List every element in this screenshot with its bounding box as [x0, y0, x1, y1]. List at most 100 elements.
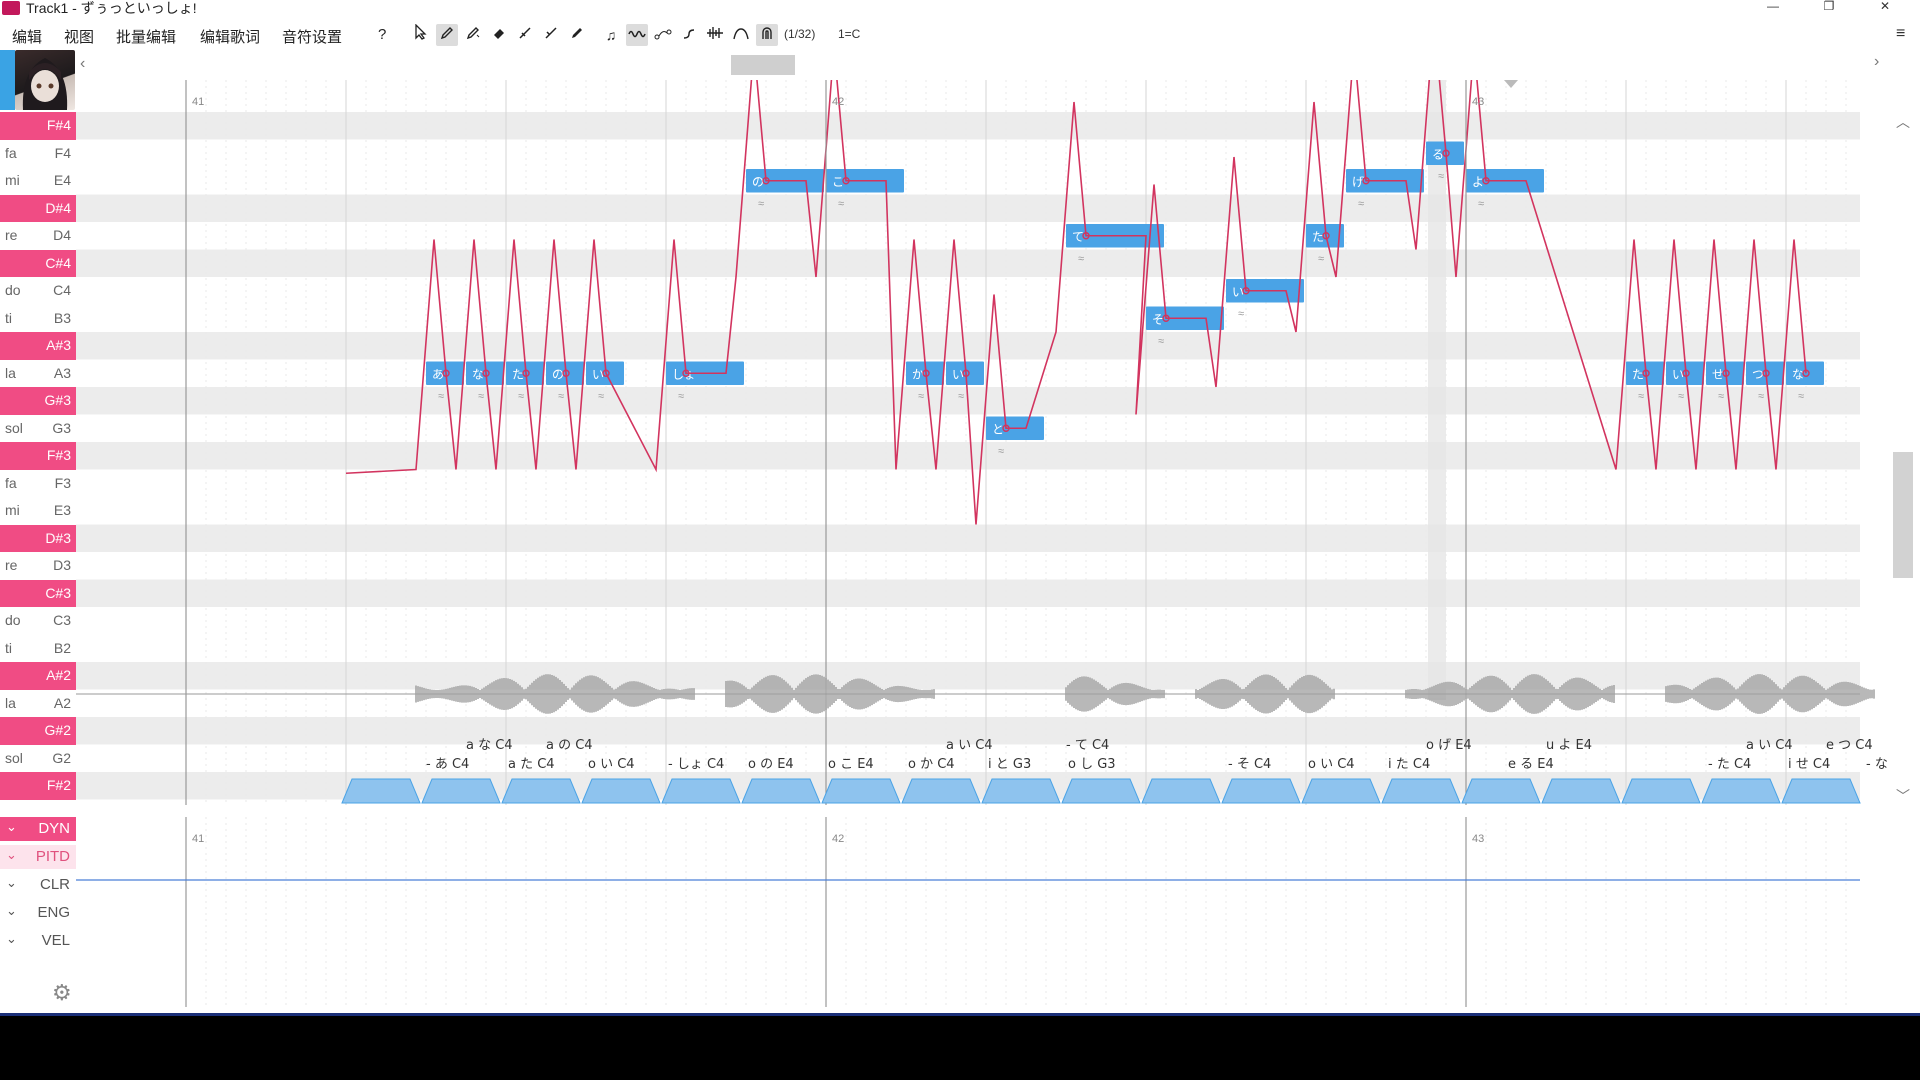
vibrato-handle-icon[interactable]: ≈	[958, 391, 964, 403]
piano-key[interactable]: fa F3	[0, 469, 76, 497]
phoneme-label[interactable]: - た C4	[1708, 757, 1751, 772]
piano-roll[interactable]: あ≈な≈た≈の≈い≈しょ≈の≈こ≈か≈い≈と≈て≈そ≈い≈た≈げ≈る≈ よ≈た≈い…	[76, 80, 1890, 805]
phoneme-label[interactable]: a い C4	[946, 738, 993, 753]
scroll-right-chevron-icon[interactable]: ›	[1874, 53, 1879, 71]
piano-key[interactable]: C#4	[0, 249, 76, 277]
vibrato-handle-icon[interactable]: ≈	[438, 391, 444, 403]
key-selector[interactable]: 1=C	[838, 27, 860, 41]
chevron-down-icon[interactable]: ⌄	[6, 847, 17, 863]
piano-key[interactable]: F#2	[0, 772, 76, 800]
phoneme-label[interactable]: o い C4	[1308, 757, 1355, 772]
phoneme-label[interactable]: - な	[1866, 757, 1888, 772]
phoneme-label[interactable]: o い C4	[588, 757, 635, 772]
vibrato-handle-icon[interactable]: ≈	[1078, 253, 1084, 265]
param-tab[interactable]: ⌄ CLR	[0, 873, 76, 897]
avatar[interactable]	[15, 50, 75, 110]
menu-view[interactable]: 视图	[64, 26, 94, 47]
vibrato-handle-icon[interactable]: ≈	[1438, 171, 1444, 183]
phoneme-label[interactable]: i と G3	[988, 757, 1031, 772]
piano-key[interactable]: G#3	[0, 387, 76, 415]
vibrato-handle-icon[interactable]: ≈	[1478, 198, 1484, 210]
piano-key[interactable]: C#3	[0, 579, 76, 607]
vibrato-handle-icon[interactable]: ≈	[1358, 198, 1364, 210]
menu-note-settings[interactable]: 音符设置	[282, 26, 342, 47]
brush-tool-icon[interactable]	[540, 24, 562, 46]
phoneme-label[interactable]: o の E4	[748, 757, 794, 772]
piano-key[interactable]: la A3	[0, 359, 76, 387]
vibrato-handle-icon[interactable]: ≈	[1718, 391, 1724, 403]
piano-key[interactable]: G#2	[0, 717, 76, 745]
scroll-up-chevron-icon[interactable]: ︿	[1896, 112, 1910, 132]
param-tab[interactable]: ⌄ VEL	[0, 929, 76, 953]
phoneme-label[interactable]: i せ C4	[1788, 757, 1830, 772]
menu-edit[interactable]: 编辑	[12, 26, 42, 47]
phoneme-label[interactable]: - しょ C4	[668, 757, 724, 772]
piano-key[interactable]: D#3	[0, 524, 76, 552]
gear-icon[interactable]: ⚙	[52, 980, 72, 1006]
note-mode-icon[interactable]: ♫	[600, 24, 622, 46]
phoneme-label[interactable]: e つ C4	[1826, 738, 1873, 753]
phoneme-label[interactable]: - あ C4	[426, 757, 469, 772]
piano-key[interactable]: mi E4	[0, 167, 76, 195]
vibrato-handle-icon[interactable]: ≈	[598, 391, 604, 403]
help-button[interactable]: ?	[378, 26, 386, 43]
piano-key[interactable]: ti B2	[0, 634, 76, 662]
param-tab[interactable]: ⌄ PITD	[0, 845, 76, 869]
scroll-left-chevron-icon[interactable]: ‹	[80, 55, 85, 73]
piano-key[interactable]: F#4	[0, 112, 76, 140]
pitch-point-mode-icon[interactable]	[652, 24, 674, 46]
waveform-mode-icon[interactable]	[704, 24, 726, 46]
chevron-down-icon[interactable]: ⌄	[6, 875, 17, 891]
param-tab[interactable]: ⌄ DYN	[0, 817, 76, 841]
phoneme-label[interactable]: e る E4	[1508, 757, 1554, 772]
phoneme-label[interactable]: a な C4	[466, 738, 513, 753]
piano-key[interactable]: la A2	[0, 689, 76, 717]
envelope-mode-icon[interactable]	[730, 24, 752, 46]
vibrato-handle-icon[interactable]: ≈	[1678, 391, 1684, 403]
piano-key[interactable]: do C4	[0, 277, 76, 305]
phoneme-label[interactable]: a た C4	[508, 757, 555, 772]
draw-pitch-tool-icon[interactable]	[566, 24, 588, 46]
portamento-mode-icon[interactable]	[678, 24, 700, 46]
parameter-editor[interactable]: 41 42 43	[76, 817, 1890, 1007]
horizontal-scroll-thumb[interactable]	[731, 55, 795, 75]
piano-key[interactable]: F#3	[0, 442, 76, 470]
vibrato-handle-icon[interactable]: ≈	[918, 391, 924, 403]
piano-key[interactable]: mi E3	[0, 497, 76, 525]
vibrato-handle-icon[interactable]: ≈	[838, 198, 844, 210]
piano-key[interactable]: A#3	[0, 332, 76, 360]
phoneme-label[interactable]: o か C4	[908, 757, 955, 772]
select-tool-icon[interactable]	[410, 23, 432, 46]
vibrato-handle-icon[interactable]: ≈	[678, 391, 684, 403]
piano-key[interactable]: sol G3	[0, 414, 76, 442]
phoneme-timing-bar[interactable]	[341, 778, 1861, 804]
vibrato-handle-icon[interactable]: ≈	[1318, 253, 1324, 265]
line-pencil-tool-icon[interactable]	[462, 24, 484, 46]
vibrato-mode-icon[interactable]	[626, 24, 648, 46]
phoneme-label[interactable]: - て C4	[1066, 738, 1109, 753]
magnet-snap-icon[interactable]	[756, 24, 778, 46]
piano-key[interactable]: sol G2	[0, 744, 76, 772]
phoneme-label[interactable]: o し G3	[1068, 757, 1116, 772]
settings-menu-icon[interactable]: ≡	[1896, 25, 1905, 43]
vibrato-handle-icon[interactable]: ≈	[758, 198, 764, 210]
vibrato-handle-icon[interactable]: ≈	[1798, 391, 1804, 403]
param-tab[interactable]: ⌄ ENG	[0, 901, 76, 925]
piano-key[interactable]: A#2	[0, 662, 76, 690]
chevron-down-icon[interactable]: ⌄	[6, 819, 17, 835]
phoneme-label[interactable]: - そ C4	[1228, 757, 1271, 772]
scroll-down-chevron-icon[interactable]: ﹀	[1896, 786, 1910, 806]
knife-tool-icon[interactable]	[514, 24, 536, 46]
piano-key[interactable]: re D4	[0, 222, 76, 250]
phoneme-label[interactable]: a い C4	[1746, 738, 1793, 753]
menu-edit-lyrics[interactable]: 编辑歌词	[200, 26, 260, 47]
piano-key[interactable]: D#4	[0, 194, 76, 222]
phoneme-label[interactable]: o げ E4	[1426, 738, 1472, 753]
piano-key[interactable]: fa F4	[0, 139, 76, 167]
vibrato-handle-icon[interactable]: ≈	[478, 391, 484, 403]
chevron-down-icon[interactable]: ⌄	[6, 903, 17, 919]
vibrato-handle-icon[interactable]: ≈	[1158, 336, 1164, 348]
vibrato-handle-icon[interactable]: ≈	[518, 391, 524, 403]
vibrato-handle-icon[interactable]: ≈	[998, 446, 1004, 458]
vibrato-handle-icon[interactable]: ≈	[1758, 391, 1764, 403]
